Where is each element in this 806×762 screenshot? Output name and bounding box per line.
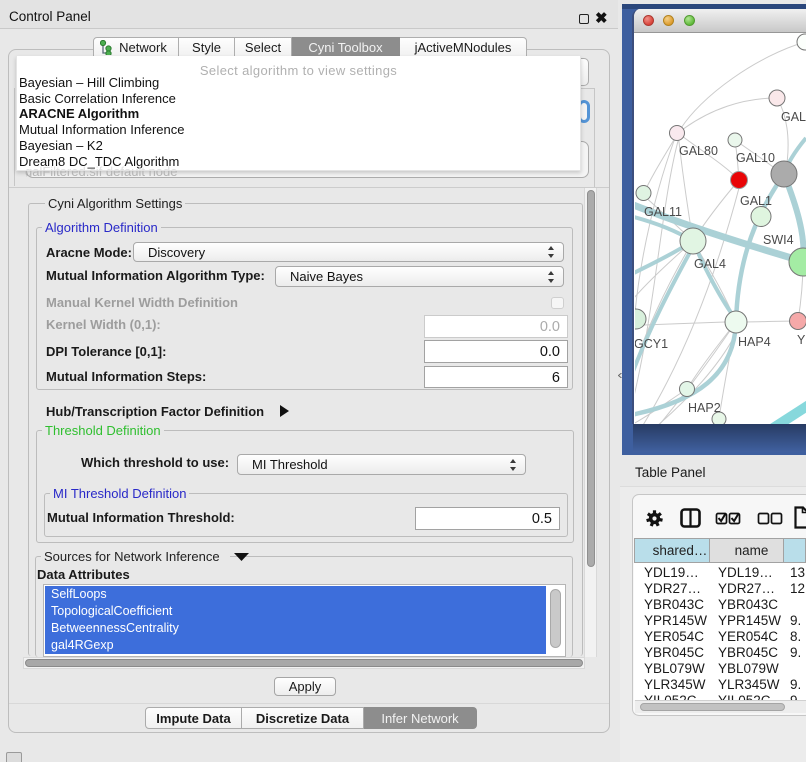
svg-text:GAL7: GAL7 [781, 110, 806, 124]
svg-text:GAL10: GAL10 [736, 151, 775, 165]
svg-text:GAL4: GAL4 [694, 257, 726, 271]
svg-text:Y: Y [797, 333, 806, 347]
svg-text:HAP4: HAP4 [738, 335, 771, 349]
svg-text:GAL1: GAL1 [740, 194, 772, 208]
svg-text:GAL11: GAL11 [644, 205, 682, 219]
svg-text:GAL80: GAL80 [679, 144, 718, 158]
svg-text:SWI4: SWI4 [763, 233, 794, 247]
svg-text:HAP2: HAP2 [688, 401, 721, 415]
svg-text:GCY1: GCY1 [635, 337, 668, 351]
